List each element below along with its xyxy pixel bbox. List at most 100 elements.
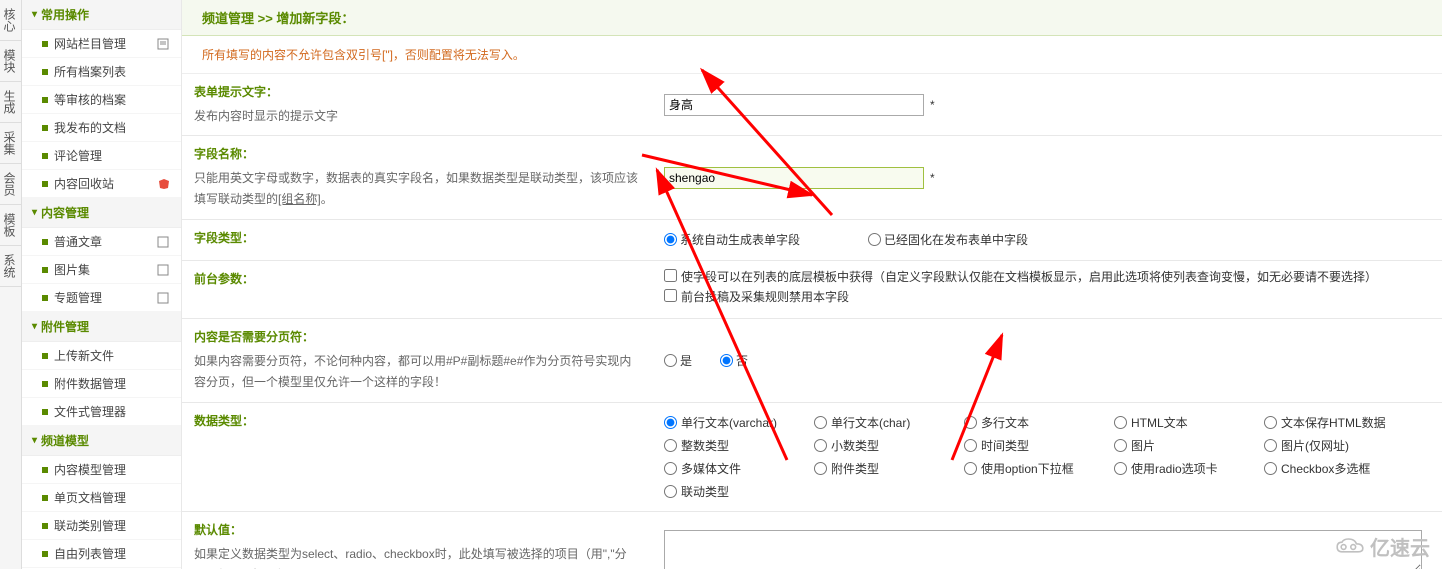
menu-item-all-archives[interactable]: 所有档案列表 — [22, 58, 181, 86]
chevron-down-icon: ▾ — [32, 321, 37, 332]
menu-group-content[interactable]: ▾内容管理 — [22, 198, 181, 228]
menu-item-linkage[interactable]: 联动类别管理 — [22, 512, 181, 540]
radio-dt-attach[interactable] — [814, 462, 827, 475]
desc-prompt: 发布内容时显示的提示文字 — [194, 109, 338, 123]
breadcrumb: 频道管理 >> 增加新字段： — [182, 0, 1442, 36]
menu-group-attachment[interactable]: ▾附件管理 — [22, 312, 181, 342]
radio-fixed[interactable]: 已经固化在发布表单中字段 — [868, 231, 1028, 248]
radio-dt-multiline[interactable] — [964, 416, 977, 429]
chevron-down-icon: ▾ — [32, 207, 37, 218]
label-datatype: 数据类型： — [194, 411, 640, 433]
radio-dt-linkage[interactable] — [664, 485, 677, 498]
row-prompt-text: 表单提示文字：发布内容时显示的提示文字 * — [182, 74, 1442, 136]
radio-dt-html[interactable] — [1114, 416, 1127, 429]
menu-item-free-list[interactable]: 自由列表管理 — [22, 540, 181, 568]
input-prompt-text[interactable] — [664, 94, 924, 116]
menu-item-topic-manage[interactable]: 专题管理 — [22, 284, 181, 312]
row-data-type: 数据类型： 单行文本(varchar) 单行文本(char) 多行文本 HTML… — [182, 402, 1442, 511]
input-field-name[interactable] — [664, 167, 924, 189]
menu-item-pending-archives[interactable]: 等审核的档案 — [22, 86, 181, 114]
radio-dt-time[interactable] — [964, 439, 977, 452]
vtab-member[interactable]: 会员 — [0, 164, 21, 205]
radio-auto-gen[interactable]: 系统自动生成表单字段 — [664, 231, 800, 248]
menu-item-file-manager[interactable]: 文件式管理器 — [22, 398, 181, 426]
bullet-icon — [42, 181, 48, 187]
link-group-name[interactable]: [组名称] — [278, 192, 321, 206]
required-mark: * — [930, 171, 935, 185]
radio-dt-radio[interactable] — [1114, 462, 1127, 475]
bullet-icon — [42, 125, 48, 131]
radio-dt-imgurl[interactable] — [1264, 439, 1277, 452]
desc-fieldname: 只能用英文字母或数字，数据表的真实字段名，如果数据类型是联动类型，该项应该填写联… — [194, 171, 638, 207]
label-front-params: 前台参数： — [194, 269, 640, 291]
doc-icon — [157, 292, 171, 304]
chk-list-template[interactable] — [664, 269, 677, 282]
vtab-generate[interactable]: 生成 — [0, 82, 21, 123]
row-front-params: 前台参数： 使字段可以在列表的底层模板中获得（自定义字段默认仅能在文档模板显示，… — [182, 260, 1442, 319]
shield-icon — [157, 178, 171, 190]
radio-dt-option[interactable] — [964, 462, 977, 475]
radio-dt-float[interactable] — [814, 439, 827, 452]
menu-item-upload[interactable]: 上传新文件 — [22, 342, 181, 370]
bullet-icon — [42, 97, 48, 103]
radio-page-no[interactable]: 否 — [720, 352, 748, 369]
bullet-icon — [42, 409, 48, 415]
desc-pagination: 如果内容需要分页符，不论何种内容，都可以用#P#副标题#e#作为分页符号实现内容… — [194, 354, 631, 390]
doc-icon — [157, 264, 171, 276]
row-default: 默认值：如果定义数据类型为select、radio、checkbox时，此处填写… — [182, 511, 1442, 569]
menu-item-single-page[interactable]: 单页文档管理 — [22, 484, 181, 512]
watermark: 亿速云 — [1334, 532, 1430, 561]
vtab-template[interactable]: 模板 — [0, 205, 21, 246]
menu-item-column-manage[interactable]: 网站栏目管理 — [22, 30, 181, 58]
radio-dt-textsave[interactable] — [1264, 416, 1277, 429]
menu-item-attach-data[interactable]: 附件数据管理 — [22, 370, 181, 398]
vtab-collect[interactable]: 采集 — [0, 123, 21, 164]
bullet-icon — [42, 495, 48, 501]
main-content: 频道管理 >> 增加新字段： 所有填写的内容不允许包含双引号["]，否则配置将无… — [182, 0, 1442, 569]
radio-page-yes[interactable]: 是 — [664, 352, 692, 369]
vtab-core[interactable]: 核心 — [0, 0, 21, 41]
menu-group-common[interactable]: ▾常用操作 — [22, 0, 181, 30]
menu-item-image-set[interactable]: 图片集 — [22, 256, 181, 284]
bullet-icon — [42, 239, 48, 245]
label-fieldtype: 字段类型： — [194, 228, 640, 250]
doc-icon — [157, 236, 171, 248]
chk-label-list: 使字段可以在列表的底层模板中获得（自定义字段默认仅能在文档模板显示，启用此选项将… — [681, 269, 1377, 286]
sidebar-vertical-tabs: 核心 模块 生成 采集 会员 模板 系统 — [0, 0, 22, 569]
vtab-system[interactable]: 系统 — [0, 246, 21, 287]
chk-disable-front[interactable] — [664, 289, 677, 302]
bullet-icon — [42, 267, 48, 273]
bullet-icon — [42, 381, 48, 387]
menu-item-recycle[interactable]: 内容回收站 — [22, 170, 181, 198]
bullet-icon — [42, 41, 48, 47]
label-prompt: 表单提示文字： — [194, 82, 640, 104]
bullet-icon — [42, 523, 48, 529]
doc-icon — [157, 38, 171, 50]
radio-dt-media[interactable] — [664, 462, 677, 475]
chk-label-disable: 前台投稿及采集规则禁用本字段 — [681, 289, 849, 306]
menu-item-my-docs[interactable]: 我发布的文档 — [22, 114, 181, 142]
chevron-down-icon: ▾ — [32, 9, 37, 20]
radio-dt-image[interactable] — [1114, 439, 1127, 452]
bullet-icon — [42, 69, 48, 75]
row-field-name: 字段名称： 只能用英文字母或数字，数据表的真实字段名，如果数据类型是联动类型，该项… — [182, 136, 1442, 220]
form-table: 表单提示文字： 发布内容时显示的提示文字 * 字段名称： 只能用英文字母或数字，数据… — [182, 74, 1442, 569]
menu-group-channel-model[interactable]: ▾频道模型 — [22, 426, 181, 456]
menu-item-content-model[interactable]: 内容模型管理 — [22, 456, 181, 484]
radio-dt-int[interactable] — [664, 439, 677, 452]
radio-dt-char[interactable] — [814, 416, 827, 429]
vtab-module[interactable]: 模块 — [0, 41, 21, 82]
label-pagination: 内容是否需要分页符： — [194, 327, 640, 349]
cloud-icon — [1334, 537, 1366, 557]
radio-dt-checkbox[interactable] — [1264, 462, 1277, 475]
bullet-icon — [42, 153, 48, 159]
bullet-icon — [42, 295, 48, 301]
sidebar-menu: ▾常用操作 网站栏目管理 所有档案列表 等审核的档案 我发布的文档 评论管理 内… — [22, 0, 182, 569]
label-fieldname: 字段名称： — [194, 144, 640, 166]
radio-dt-varchar[interactable] — [664, 416, 677, 429]
bullet-icon — [42, 467, 48, 473]
textarea-default[interactable] — [664, 530, 1422, 569]
menu-item-article[interactable]: 普通文章 — [22, 228, 181, 256]
menu-item-comment-manage[interactable]: 评论管理 — [22, 142, 181, 170]
bullet-icon — [42, 353, 48, 359]
